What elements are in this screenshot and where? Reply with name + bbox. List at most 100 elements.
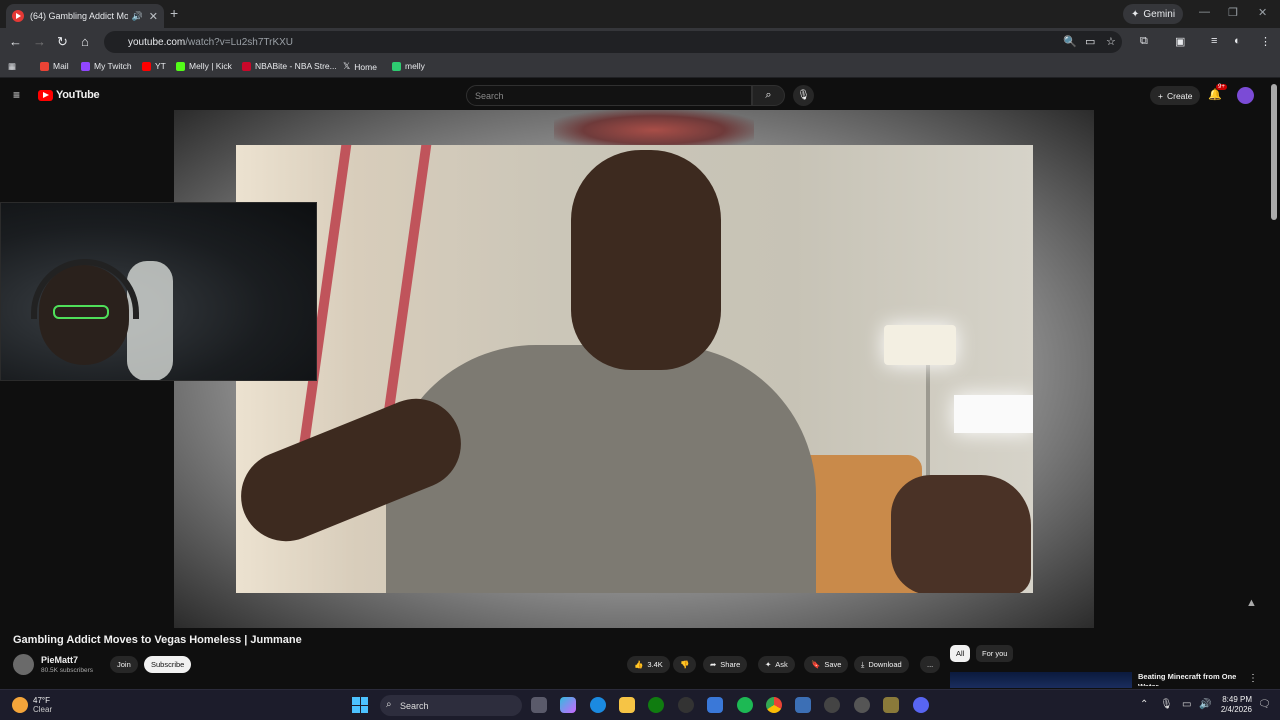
obs-icon[interactable] xyxy=(678,697,694,713)
discord-icon[interactable] xyxy=(913,697,929,713)
person-hand xyxy=(891,475,1031,593)
sparkle-icon: ✦ xyxy=(765,660,772,669)
task-view-icon[interactable] xyxy=(531,697,547,713)
browser-toolbar: ← → ↻ ⌂ youtube.com/watch?v=Lu2sh7TrKXU … xyxy=(0,28,1280,56)
weather-sun-icon xyxy=(12,697,28,713)
like-button[interactable]: 👍 3.4K xyxy=(627,656,670,673)
recommended-menu-icon[interactable]: ⋮ xyxy=(1248,673,1258,684)
create-label: Create xyxy=(1166,90,1193,101)
share-button[interactable]: ➦ Share xyxy=(703,656,748,673)
windows-taskbar: 47°F Clear Search ⌕ ⌃ 🎙 ▭ 🔊 8:49 PM 2/4/… xyxy=(0,689,1280,720)
apps-grid-icon[interactable]: ▦ xyxy=(8,61,16,72)
search-input[interactable]: Search xyxy=(466,85,752,106)
tray-mic-icon[interactable]: 🎙 xyxy=(1160,699,1173,710)
youtube-play-icon xyxy=(38,89,53,101)
chip-for-you[interactable]: For you xyxy=(976,645,1014,662)
copilot-icon[interactable] xyxy=(560,697,576,713)
edge-icon[interactable] xyxy=(590,697,606,713)
store-icon[interactable] xyxy=(707,697,723,713)
recommended-thumbnail[interactable] xyxy=(950,672,1132,688)
weather-widget[interactable]: 47°F Clear xyxy=(12,696,52,714)
notification-center-icon[interactable]: 🗨 xyxy=(1258,699,1271,710)
bookmark-twitch[interactable]: My Twitch xyxy=(81,61,132,71)
minimize-icon[interactable]: — xyxy=(1199,6,1210,18)
bookmark-label: Home xyxy=(354,61,377,72)
close-tab-icon[interactable]: ✕ xyxy=(149,10,158,23)
download-icon: ⤓ xyxy=(861,659,865,669)
bookmark-yt[interactable]: YT xyxy=(142,61,166,71)
media-player-icon[interactable] xyxy=(824,697,840,713)
hamburger-menu-icon[interactable]: ≡ xyxy=(13,88,20,102)
ask-button[interactable]: ✦ Ask xyxy=(758,656,795,673)
account-avatar[interactable] xyxy=(1237,87,1254,104)
address-bar[interactable]: youtube.com/watch?v=Lu2sh7TrKXU xyxy=(104,31,1122,53)
photos-icon[interactable] xyxy=(795,697,811,713)
chrome-icon[interactable] xyxy=(766,697,782,713)
create-button[interactable]: + Create xyxy=(1150,86,1201,105)
file-explorer-icon[interactable] xyxy=(619,697,635,713)
ask-label: Ask xyxy=(775,660,788,669)
bookmark-nbabite[interactable]: NBABite - NBA Stre... xyxy=(242,61,337,71)
bookmark-label: NBABite - NBA Stre... xyxy=(255,61,337,71)
subscriber-count: 80.5K subscribers xyxy=(41,667,94,674)
tab-search-icon[interactable]: ≡ xyxy=(1211,35,1217,47)
more-actions-button[interactable]: ... xyxy=(920,656,941,673)
system-clock[interactable]: 8:49 PM 2/4/2026 xyxy=(1214,695,1252,715)
page-scrollbar[interactable] xyxy=(1271,84,1277,220)
forward-icon[interactable]: → xyxy=(33,34,46,49)
new-tab-button[interactable]: + xyxy=(170,5,178,21)
channel-name[interactable]: PieMatt7 xyxy=(41,655,78,665)
channel-avatar[interactable] xyxy=(13,654,34,675)
save-button[interactable]: 🔖 Save xyxy=(804,656,849,673)
extensions-icon[interactable]: ⧉ xyxy=(1140,35,1148,48)
profile-icon[interactable]: ◐ xyxy=(1234,35,1241,47)
bookmark-melly[interactable]: melly xyxy=(392,61,425,71)
sidebar-icon[interactable]: ▣ xyxy=(1175,35,1185,48)
taskbar-search[interactable]: Search xyxy=(380,695,522,716)
cast-icon[interactable]: ▭ xyxy=(1085,35,1095,48)
chip-all[interactable]: All xyxy=(950,645,971,662)
bookmark-kick[interactable]: Melly | Kick xyxy=(176,61,232,71)
zoom-icon[interactable]: 🔍 xyxy=(1063,35,1077,48)
browser-tab[interactable]: (64) Gambling Addict Move 🔊 ✕ xyxy=(6,4,164,28)
windows-start-icon[interactable] xyxy=(352,697,368,713)
home-icon[interactable]: ⌂ xyxy=(81,34,89,49)
bookmark-icon: 🔖 xyxy=(811,660,821,669)
menu-kebab-icon[interactable]: ⋮ xyxy=(1260,35,1271,48)
app-icon[interactable] xyxy=(854,697,870,713)
youtube-logo[interactable]: YouTube xyxy=(38,89,100,101)
voice-search-button[interactable]: 🎙 xyxy=(793,85,814,106)
youtube-favicon-icon xyxy=(12,10,24,22)
weather-condition: Clear xyxy=(33,705,53,714)
back-icon[interactable]: ← xyxy=(9,34,22,49)
close-window-icon[interactable]: ✕ xyxy=(1258,6,1267,19)
reload-icon[interactable]: ↻ xyxy=(57,34,68,50)
speaker-icon[interactable]: 🔊 xyxy=(132,11,143,22)
search-button[interactable]: ⌕ xyxy=(752,85,785,106)
subscribe-button[interactable]: Subscribe xyxy=(144,656,192,673)
like-count: 3.4K xyxy=(647,660,663,669)
miniplayer-icon[interactable]: ▲ xyxy=(1246,597,1257,609)
tray-chevron-icon[interactable]: ⌃ xyxy=(1140,699,1148,710)
volume-icon[interactable]: 🔊 xyxy=(1199,699,1211,710)
bookmark-x-home[interactable]: 𝕏 Home xyxy=(343,61,377,72)
video-title: Gambling Addict Moves to Vegas Homeless … xyxy=(13,634,302,646)
recommended-video-title[interactable]: Beating Minecraft from One Water xyxy=(1138,672,1238,686)
temperature: 47°F xyxy=(33,696,50,705)
xbox-icon[interactable] xyxy=(648,697,664,713)
gemini-button[interactable]: ✦ Gemini xyxy=(1123,4,1184,24)
bookmark-star-icon[interactable]: ☆ xyxy=(1106,35,1116,48)
maximize-icon[interactable]: ❐ xyxy=(1228,6,1238,19)
spotify-icon[interactable] xyxy=(737,697,753,713)
bookmark-mail[interactable]: Mail xyxy=(40,61,69,71)
app-icon[interactable] xyxy=(883,697,899,713)
dislike-button[interactable]: 👎 xyxy=(673,656,697,673)
browser-tab-strip: (64) Gambling Addict Move 🔊 ✕ + ✦ Gemini… xyxy=(0,0,1280,28)
join-button[interactable]: Join xyxy=(110,656,138,673)
nba-icon xyxy=(242,61,251,71)
clock-date: 2/4/2026 xyxy=(1220,705,1252,714)
network-icon[interactable]: ▭ xyxy=(1182,699,1191,710)
mail-icon xyxy=(40,61,49,71)
bookmark-label: melly xyxy=(405,61,425,71)
download-button[interactable]: ⤓ Download xyxy=(854,656,909,673)
